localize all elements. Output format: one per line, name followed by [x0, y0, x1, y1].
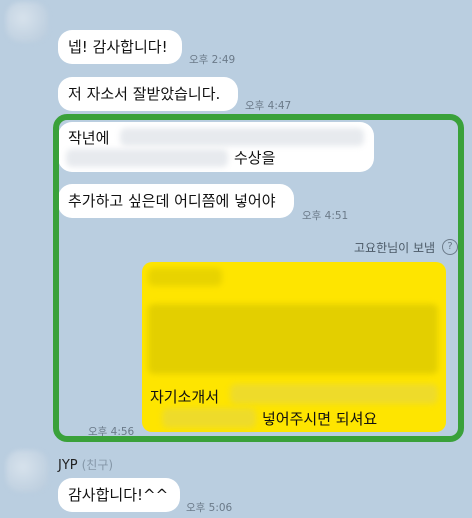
message-text: 작년에	[68, 129, 110, 147]
redacted-text	[230, 384, 438, 404]
message-time: 오후 2:49	[189, 54, 236, 66]
message-bubble[interactable]: 감사합니다!^^	[58, 478, 180, 512]
message-text: 감사합니다!^^	[68, 486, 169, 504]
redacted-text	[66, 149, 228, 167]
my-message-bubble[interactable]: 자기소개서 넣어주시면 되셔요	[142, 262, 446, 432]
message-text: 넵! 감사합니다!	[68, 38, 168, 56]
avatar[interactable]	[6, 2, 48, 42]
message-bubble[interactable]: 저 자소서 잘받았습니다.	[58, 77, 238, 111]
message-time: 오후 4:56	[88, 426, 135, 438]
message-time: 오후 5:06	[186, 502, 233, 514]
redacted-text	[120, 128, 364, 146]
friend-name: JYP	[58, 458, 78, 473]
message-text: 넣어주시면 되셔요	[262, 410, 378, 428]
redacted-text	[148, 304, 438, 374]
friend-relation: (친구)	[81, 458, 114, 472]
message-bubble[interactable]: 작년에 수상을	[58, 122, 374, 172]
message-bubble[interactable]: 넵! 감사합니다!	[58, 30, 182, 64]
message-text: 저 자소서 잘받았습니다.	[68, 85, 221, 103]
message-time: 오후 4:47	[245, 100, 292, 112]
redacted-text	[162, 408, 256, 428]
avatar[interactable]	[6, 450, 48, 492]
message-text: 추가하고 싶은데 어디쯤에 넣어야	[68, 192, 276, 210]
sent-by-label: 고요한님이 보냄	[354, 241, 436, 255]
help-icon[interactable]: ?	[442, 239, 458, 255]
message-time: 오후 4:51	[302, 210, 349, 222]
message-text: 자기소개서	[150, 388, 220, 406]
message-text: 수상을	[234, 149, 276, 167]
redacted-text	[148, 268, 222, 286]
sender-name: JYP (친구)	[58, 456, 113, 473]
message-bubble[interactable]: 추가하고 싶은데 어디쯤에 넣어야	[58, 184, 294, 218]
